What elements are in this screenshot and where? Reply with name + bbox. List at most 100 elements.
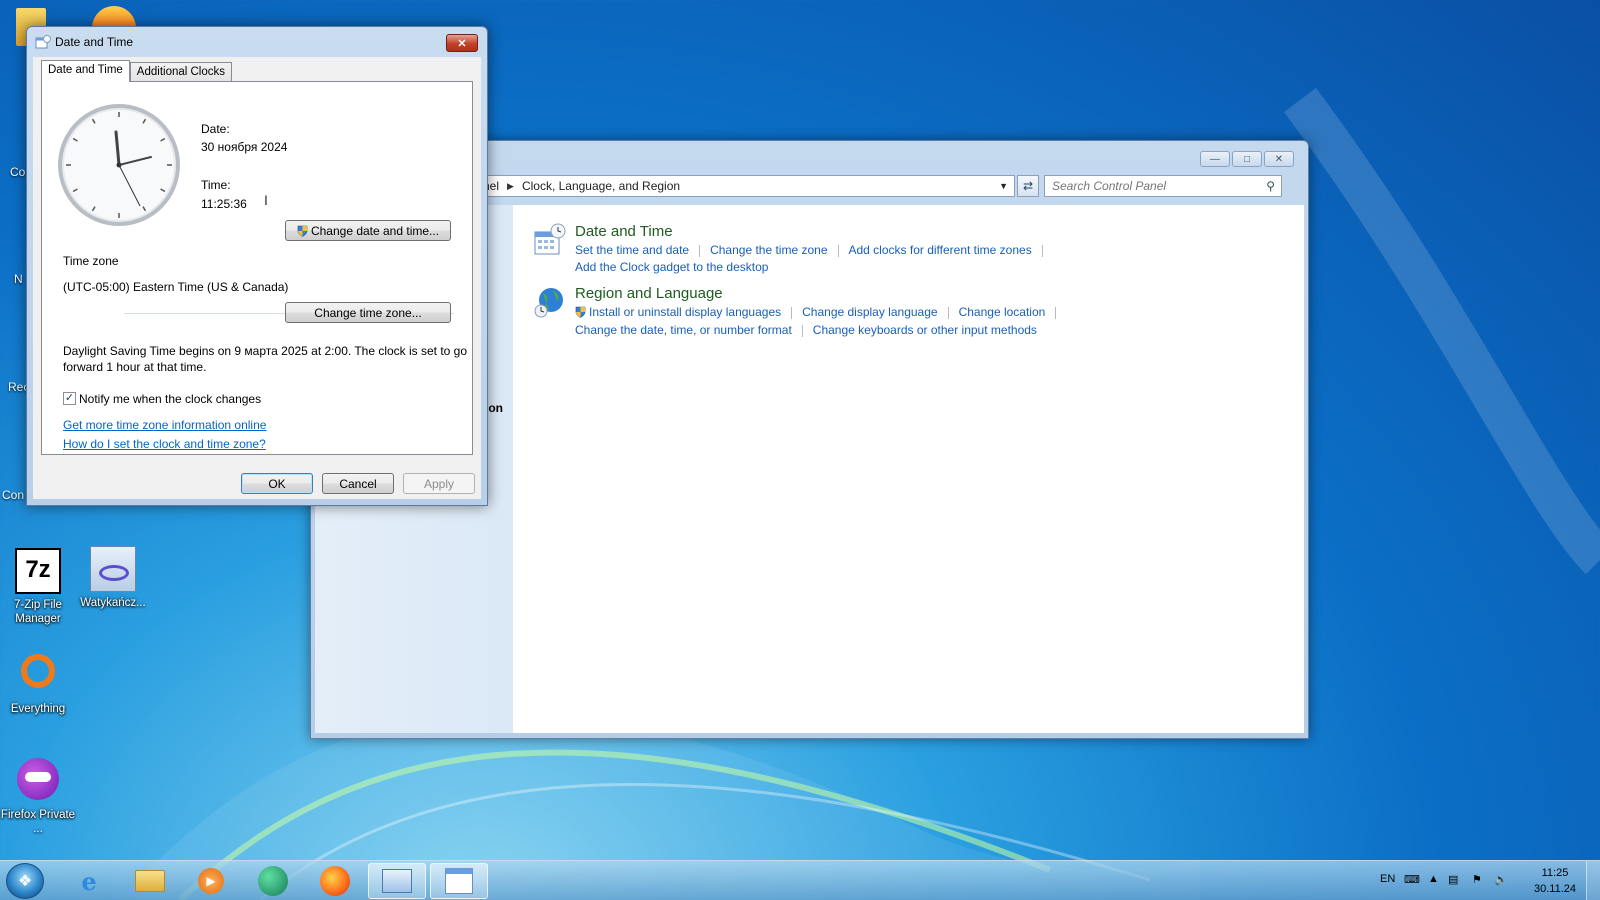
caption-buttons: — □ ✕ <box>1200 151 1294 167</box>
media-player-icon: ▶ <box>198 868 224 894</box>
divider <box>947 306 949 319</box>
link-set-time-and-date[interactable]: Set the time and date <box>575 243 689 257</box>
section-links-row-2: Add the Clock gadget to the desktop <box>575 260 768 274</box>
close-icon: ✕ <box>457 37 467 50</box>
minimize-button[interactable]: — <box>1200 151 1230 167</box>
link-how-to-set-clock[interactable]: How do I set the clock and time zone? <box>63 437 266 451</box>
desktop-label-partial-4: Con <box>2 488 25 502</box>
date-and-time-dialog: Date and Time ✕ Date and Time Additional… <box>26 26 488 506</box>
desktop-icon-everything[interactable]: Everything <box>0 652 78 716</box>
chevron-up-icon[interactable]: ▲ <box>1428 873 1439 885</box>
ok-button[interactable]: OK <box>241 473 313 494</box>
taskbar-firefox[interactable] <box>306 863 364 899</box>
show-desktop-button[interactable] <box>1586 861 1600 900</box>
link-add-clock-gadget[interactable]: Add the Clock gadget to the desktop <box>575 260 768 274</box>
analog-clock <box>58 104 180 226</box>
link-change-display-language[interactable]: Change display language <box>802 305 937 319</box>
calendar-clock-icon <box>35 35 51 49</box>
tab-strip: Date and Time Additional Clocks <box>41 60 233 82</box>
start-button[interactable]: ❖ <box>6 863 44 899</box>
firefox-private-icon <box>15 758 61 804</box>
taskbar-app[interactable] <box>244 863 302 899</box>
apply-button[interactable]: Apply <box>403 473 475 494</box>
taskbar-file-explorer[interactable] <box>121 863 179 899</box>
section-region-and-language: Region and Language Install or uninstall… <box>533 285 1293 337</box>
time-value: 11:25:36 <box>201 197 247 211</box>
taskbar-date-time[interactable] <box>430 863 488 899</box>
firefox-icon <box>320 866 350 896</box>
cancel-button[interactable]: Cancel <box>322 473 394 494</box>
keyboard-icon[interactable]: ⌨ <box>1404 873 1420 886</box>
tab-additional-clocks[interactable]: Additional Clocks <box>129 62 233 82</box>
link-install-languages[interactable]: Install or uninstall display languages <box>589 305 781 319</box>
breadcrumb-current[interactable]: Clock, Language, and Region <box>522 179 680 193</box>
text-cursor-icon: I <box>264 192 268 208</box>
date-value: 30 ноября 2024 <box>201 140 288 154</box>
dst-info-line-2: forward 1 hour at that time. <box>63 360 207 374</box>
search-input[interactable]: Search Control Panel ⚲ <box>1044 175 1282 197</box>
section-heading[interactable]: Date and Time <box>575 223 673 240</box>
dialog-client-area: Date and Time Additional Clocks Date: 30… <box>33 57 481 499</box>
timezone-heading: Time zone <box>63 254 119 268</box>
link-change-keyboards[interactable]: Change keyboards or other input methods <box>813 323 1037 337</box>
app-globe-icon <box>258 866 288 896</box>
close-button[interactable]: ✕ <box>446 34 478 52</box>
checkmark-icon: ✓ <box>64 392 75 404</box>
taskbar-clock[interactable]: 11:25 30.11.24 <box>1534 865 1576 897</box>
divider <box>1041 244 1043 257</box>
divider <box>791 306 793 319</box>
chevron-right-icon[interactable]: ▶ <box>507 181 514 192</box>
section-date-and-time: Date and Time Set the time and date Chang… <box>533 223 1293 274</box>
change-time-zone-button[interactable]: Change time zone... <box>285 302 451 323</box>
clock-time: 11:25 <box>1541 867 1569 879</box>
tab-panel: Date: 30 ноября 2024 Time: 11:25:36 I Ch… <box>41 81 473 455</box>
link-change-location[interactable]: Change location <box>959 305 1046 319</box>
link-more-timezone-info[interactable]: Get more time zone information online <box>63 418 266 432</box>
desktop-icon-7zip[interactable]: 7z 7-Zip File Manager <box>0 548 78 626</box>
volume-muted-icon[interactable]: 🔈 <box>1494 873 1508 886</box>
desktop-icon-firefox-private[interactable]: Firefox Private ... <box>0 758 78 836</box>
link-change-time-zone[interactable]: Change the time zone <box>710 243 827 257</box>
timezone-value: (UTC-05:00) Eastern Time (US & Canada) <box>63 280 289 294</box>
desktop-icon-watykancz[interactable]: Watykańcz... <box>73 546 153 610</box>
notify-checkbox[interactable]: ✓ <box>63 392 76 405</box>
desktop-icon-label: 7-Zip File Manager <box>14 599 62 625</box>
network-icon[interactable]: ▤ <box>1448 873 1458 886</box>
divider <box>837 244 839 257</box>
close-button[interactable]: ✕ <box>1264 151 1294 167</box>
taskbar-internet-explorer[interactable]: e <box>60 863 118 899</box>
time-label: Time: <box>201 178 231 192</box>
link-add-clocks[interactable]: Add clocks for different time zones <box>849 243 1032 257</box>
firefox-icon-partial[interactable] <box>92 6 136 28</box>
internet-explorer-icon: e <box>81 866 97 896</box>
breadcrumb[interactable]: nel ▶ Clock, Language, and Region ▼ <box>479 175 1015 197</box>
link-change-format[interactable]: Change the date, time, or number format <box>575 323 792 337</box>
notify-checkbox-label[interactable]: Notify me when the clock changes <box>79 392 261 406</box>
taskbar-media-player[interactable]: ▶ <box>182 863 240 899</box>
chevron-down-icon[interactable]: ▼ <box>999 181 1008 191</box>
search-icon[interactable]: ⚲ <box>1266 179 1275 193</box>
change-date-time-button[interactable]: Change date and time... <box>285 220 451 241</box>
tab-date-and-time[interactable]: Date and Time <box>41 60 130 82</box>
maximize-button[interactable]: □ <box>1232 151 1262 167</box>
flag-icon[interactable]: ⚑ <box>1472 873 1482 886</box>
taskbar-control-panel[interactable] <box>368 863 426 899</box>
dst-info-line-1: Daylight Saving Time begins on 9 марта 2… <box>63 344 468 358</box>
button-label: Change time zone... <box>314 305 422 320</box>
desktop-icon-label: Firefox Private ... <box>0 809 76 835</box>
taskbar: ❖ e ▶ EN ⌨ ▲ ▤ ⚑ 🔈 11:25 30.11.24 <box>0 860 1600 900</box>
clock-date: 30.11.24 <box>1533 883 1576 895</box>
refresh-button[interactable]: ⇄ <box>1017 175 1039 197</box>
button-label: Apply <box>423 476 455 491</box>
section-links-row-2: Change the date, time, or number format C… <box>575 323 1037 337</box>
system-tray: EN ⌨ ▲ ▤ ⚑ 🔈 11:25 30.11.24 <box>1340 861 1600 900</box>
globe-icon <box>534 288 563 318</box>
language-indicator[interactable]: EN <box>1380 873 1395 885</box>
button-label: Cancel <box>339 476 377 491</box>
control-panel-icon <box>382 869 412 893</box>
desktop-label-partial-2: N <box>14 272 23 286</box>
section-heading[interactable]: Region and Language <box>575 285 723 302</box>
7zip-icon: 7z <box>15 548 61 594</box>
folder-icon <box>135 870 165 892</box>
app-window-icon <box>90 546 136 592</box>
